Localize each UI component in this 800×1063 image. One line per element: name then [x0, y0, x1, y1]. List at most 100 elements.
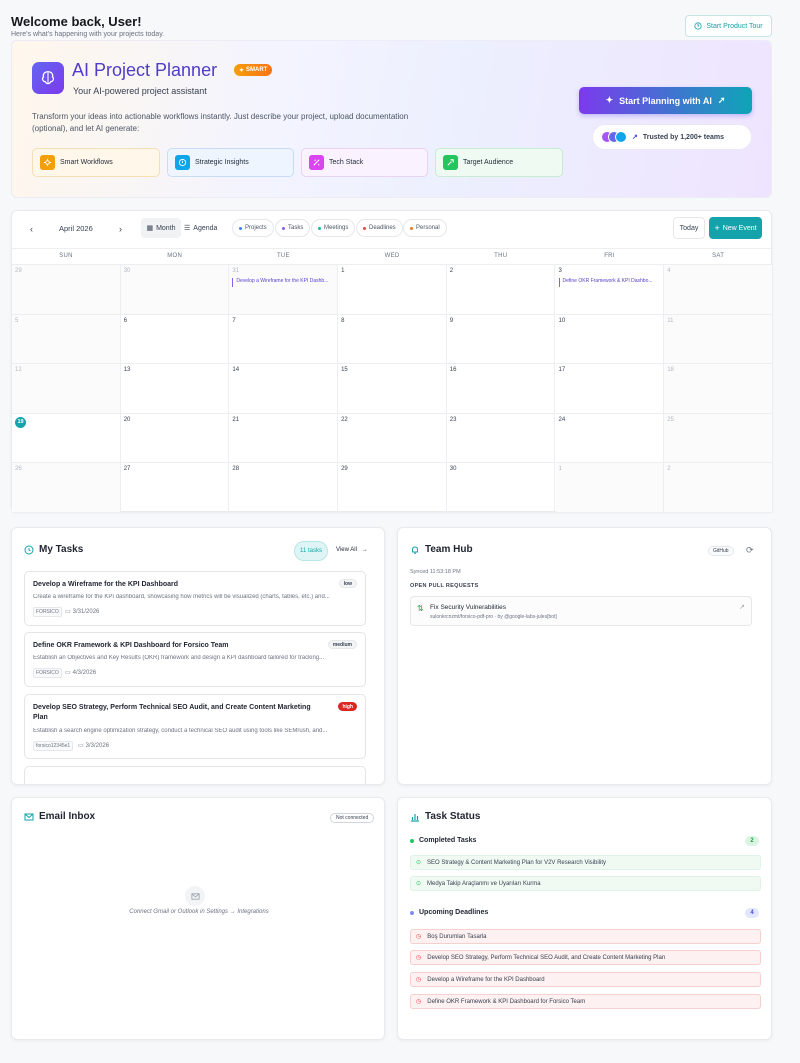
- pull-request-item[interactable]: ⇅ Fix Security Vulnerabilities sulonkrcn…: [410, 596, 752, 626]
- today-button[interactable]: Today: [673, 217, 705, 239]
- calendar-day-cell[interactable]: 24: [555, 413, 665, 464]
- day-number: 13: [123, 367, 131, 374]
- calendar-day-cell[interactable]: 21: [229, 413, 339, 464]
- calendar-day-cell[interactable]: 1: [338, 265, 447, 315]
- start-planning-label: Start Planning with AI: [619, 95, 712, 106]
- deadline-row[interactable]: ◷ Develop SEO Strategy, Perform Technical…: [410, 950, 761, 965]
- calendar-day-cell[interactable]: 6: [120, 314, 230, 365]
- calendar-day-cell[interactable]: 27: [120, 463, 230, 513]
- deadline-row[interactable]: ◷ Define OKR Framework & KPI Dashboard fo…: [410, 994, 761, 1009]
- calendar-event[interactable]: Define OKR Framework & KPI Dashbo...: [558, 278, 661, 287]
- calendar-day-cell[interactable]: 15: [338, 364, 447, 414]
- feature-label: Strategic Insights: [195, 159, 249, 166]
- day-number: 2: [449, 268, 454, 274]
- task-name: Develop SEO Strategy, Perform Technical …: [427, 954, 666, 961]
- filter-dot: [282, 226, 285, 230]
- day-number: 9: [449, 317, 454, 324]
- feature-label: Tech Stack: [329, 159, 364, 166]
- sparkle-icon: ✦: [239, 67, 245, 74]
- prev-month-icon[interactable]: ‹: [30, 224, 33, 234]
- view-all-link[interactable]: View All →: [336, 547, 368, 553]
- start-planning-button[interactable]: ✦ Start Planning with AI ➚: [579, 87, 752, 114]
- filter-personal[interactable]: Personal: [403, 219, 447, 237]
- calendar-day-cell[interactable]: 10: [555, 314, 665, 365]
- external-link-icon[interactable]: ↗: [739, 603, 745, 611]
- calendar-day-cell[interactable]: 25: [664, 413, 773, 464]
- day-number: 7: [232, 317, 236, 324]
- calendar-day-cell[interactable]: 19: [12, 413, 121, 464]
- weekday-label: SAT: [712, 253, 725, 259]
- filter-tasks[interactable]: Tasks: [275, 219, 311, 237]
- calendar-day-cell[interactable]: 23: [446, 413, 556, 464]
- filter-deadlines[interactable]: Deadlines: [356, 219, 403, 237]
- calendar-day-cell[interactable]: 7: [229, 314, 339, 365]
- calendar-day-cell[interactable]: 4: [664, 265, 773, 315]
- calendar-day-cell[interactable]: 2: [664, 463, 773, 513]
- task-name: Medya Takip Araçlanmı ve Uyarıları Kurma: [427, 880, 541, 887]
- task-count-badge: 11 tasks: [294, 541, 328, 561]
- completed-task-row[interactable]: ⊙ Medya Takip Araçlanmı ve Uyarıları Kurm…: [410, 876, 761, 891]
- task-card[interactable]: [24, 766, 366, 784]
- start-tour-button[interactable]: Start Product Tour: [685, 15, 772, 37]
- filter-projects[interactable]: Projects: [232, 219, 274, 237]
- refresh-icon[interactable]: ⟳: [746, 545, 754, 556]
- calendar-day-cell[interactable]: 29: [12, 265, 121, 315]
- calendar-day-cell[interactable]: 11: [664, 314, 773, 365]
- deadline-row[interactable]: ◷ Develop a Wireframe for the KPI Dashboa…: [410, 972, 761, 987]
- day-number: 5: [15, 317, 19, 324]
- task-card[interactable]: Define OKR Framework & KPI Dashboard for…: [24, 632, 366, 687]
- calendar-day-cell[interactable]: 28: [229, 463, 339, 513]
- task-date: ▭ 3/31/2026: [65, 608, 100, 616]
- calendar-day-cell[interactable]: 31 Develop a Wireframe for the KPI Dashb.…: [229, 265, 339, 315]
- task-description: Establish a search engine optimization s…: [33, 728, 328, 734]
- view-agenda-button[interactable]: ☰ Agenda: [184, 224, 217, 233]
- task-card[interactable]: Develop SEO Strategy, Perform Technical …: [24, 694, 366, 759]
- priority-badge: medium: [327, 640, 357, 649]
- deadline-row[interactable]: ◷ Boş Durumları Tasarla: [410, 929, 761, 944]
- calendar-day-cell[interactable]: 29: [338, 463, 447, 513]
- calendar-event[interactable]: Develop a Wireframe for the KPI Dashb...: [232, 278, 334, 287]
- task-card[interactable]: Develop a Wireframe for the KPI Dashboar…: [24, 571, 366, 626]
- email-title: Email Inbox: [24, 811, 95, 822]
- task-date: ▭ 4/3/2026: [65, 669, 96, 677]
- calendar-day-cell[interactable]: 13: [120, 364, 230, 414]
- day-number: 12: [15, 367, 22, 374]
- calendar-day-cell[interactable]: 9: [446, 314, 556, 365]
- brain-icon: [32, 62, 64, 94]
- calendar-day-cell[interactable]: 20: [120, 413, 230, 464]
- calendar-day-cell[interactable]: 5: [12, 314, 121, 365]
- pr-meta: sulonkrcnzmt/forsico-pdf-pro · by @googl…: [430, 614, 557, 620]
- day-number: 25: [667, 416, 674, 423]
- calendar-day-cell[interactable]: 12: [12, 364, 121, 414]
- completed-header: Completed Tasks: [410, 837, 476, 844]
- calendar-day-cell[interactable]: 2: [446, 265, 556, 315]
- filter-dot: [318, 226, 321, 230]
- calendar-day-cell[interactable]: 18: [664, 364, 773, 414]
- filter-meetings[interactable]: Meetings: [311, 219, 356, 237]
- calendar-day-cell[interactable]: 22: [338, 413, 447, 464]
- completed-label: Completed Tasks: [419, 837, 477, 844]
- completed-task-row[interactable]: ⊙ SEO Strategy & Content Marketing Plan f…: [410, 855, 761, 870]
- calendar-day-cell[interactable]: 8: [338, 314, 447, 365]
- filter-label: Personal: [416, 225, 440, 231]
- weekday-label: SUN: [59, 253, 73, 259]
- calendar-day-cell[interactable]: 17: [555, 364, 665, 414]
- new-event-button[interactable]: + New Event: [709, 217, 762, 239]
- next-month-icon[interactable]: ›: [119, 224, 122, 234]
- calendar-day-cell[interactable]: 30: [120, 265, 230, 315]
- task-date-label: 3/31/2026: [72, 608, 100, 615]
- rocket-icon: ➚: [717, 95, 726, 105]
- team-hub-label: Team Hub: [425, 544, 473, 555]
- section-title: OPEN PULL REQUESTS: [410, 583, 479, 589]
- calendar-day-cell[interactable]: 16: [446, 364, 556, 414]
- calendar-day-cell[interactable]: 30: [446, 463, 556, 513]
- view-month-button[interactable]: ▦ Month: [141, 218, 181, 238]
- smart-badge: ✦ SMART: [234, 64, 273, 76]
- day-number: 24: [558, 416, 566, 423]
- calendar-day-cell[interactable]: 26: [12, 463, 121, 513]
- calendar-day-cell[interactable]: 1: [555, 463, 665, 513]
- day-number: 20: [123, 416, 131, 423]
- calendar-day-cell[interactable]: 14: [229, 364, 339, 414]
- calendar-day-cell[interactable]: 3 Define OKR Framework & KPI Dashbo...: [555, 265, 665, 315]
- day-number: 1: [558, 466, 562, 473]
